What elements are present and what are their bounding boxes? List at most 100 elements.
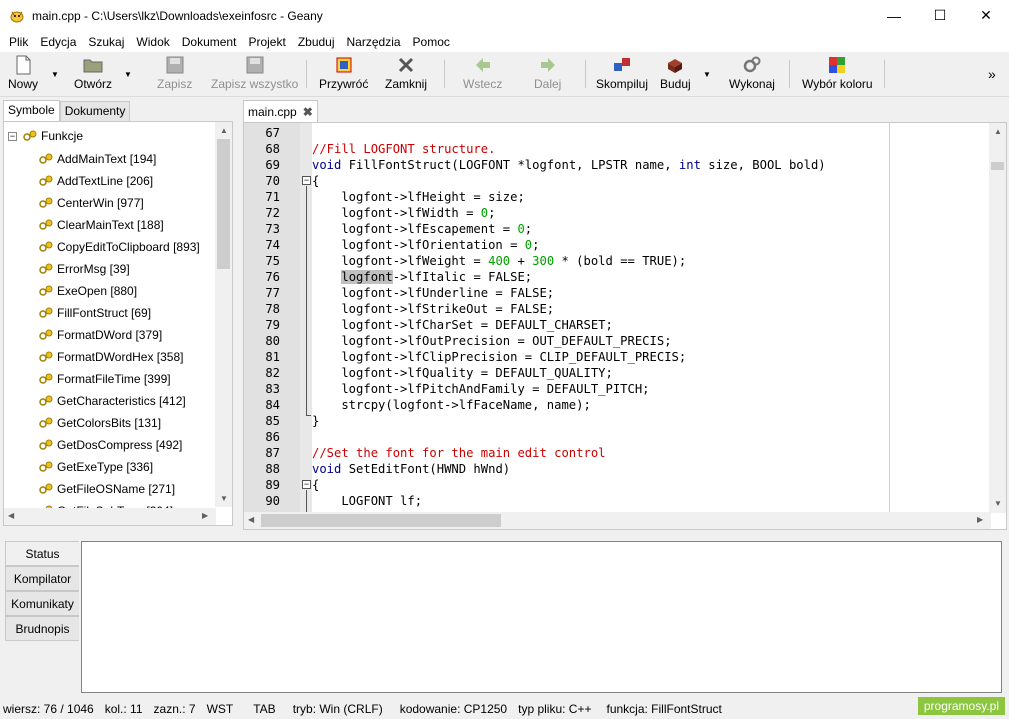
tree-item-function[interactable]: FormatDWordHex [358] bbox=[39, 346, 184, 368]
collapse-toggle-icon[interactable]: − bbox=[8, 131, 17, 141]
line-number: 81 bbox=[265, 350, 280, 364]
menu-widok[interactable]: Widok bbox=[130, 35, 175, 49]
scroll-left-arrow[interactable]: ◀ bbox=[8, 511, 14, 520]
function-symbol-icon bbox=[39, 307, 53, 318]
save-button[interactable]: Zapisz bbox=[157, 55, 192, 95]
code-text: { bbox=[312, 174, 320, 188]
toolbar-separator bbox=[306, 60, 307, 88]
scroll-right-arrow[interactable]: ▶ bbox=[202, 511, 208, 520]
tree-item-function[interactable]: GetFileOSName [271] bbox=[39, 478, 175, 500]
scroll-up-arrow[interactable]: ▲ bbox=[994, 127, 1002, 136]
back-button[interactable]: Wstecz bbox=[463, 55, 502, 95]
function-symbol-icon bbox=[39, 197, 53, 208]
editor-horizontal-scrollbar[interactable]: ◀ ▶ bbox=[244, 512, 991, 529]
color-chooser-button[interactable]: Wybór koloru bbox=[802, 55, 873, 95]
tree-item-function[interactable]: FormatDWord [379] bbox=[39, 324, 162, 346]
tree-item-function[interactable]: CopyEditToClipboard [893] bbox=[39, 236, 200, 258]
scroll-thumb[interactable] bbox=[217, 139, 230, 269]
tree-item-function[interactable]: GetColorsBits [131] bbox=[39, 412, 161, 434]
tree-item-function[interactable]: ClearMainText [188] bbox=[39, 214, 164, 236]
sidebar-vertical-scrollbar[interactable]: ▲ ▼ bbox=[215, 122, 232, 507]
forward-button[interactable]: Dalej bbox=[534, 55, 561, 95]
scroll-left-arrow[interactable]: ◀ bbox=[248, 515, 254, 524]
code-text: logfont->lfOrientation = 0; bbox=[312, 238, 540, 252]
line-number: 73 bbox=[265, 222, 280, 236]
fold-toggle-icon[interactable]: − bbox=[302, 176, 311, 185]
tab-komunikaty[interactable]: Komunikaty bbox=[5, 591, 79, 616]
tree-item-label: ExeOpen [880] bbox=[57, 284, 138, 298]
scroll-down-arrow[interactable]: ▼ bbox=[220, 494, 228, 503]
sidebar-horizontal-scrollbar[interactable]: ◀ ▶ bbox=[4, 508, 216, 525]
function-symbol-icon bbox=[39, 439, 53, 450]
scroll-thumb[interactable] bbox=[261, 514, 501, 527]
tree-item-function[interactable]: AddTextLine [206] bbox=[39, 170, 153, 192]
close-file-button[interactable]: Zamknij bbox=[385, 55, 427, 95]
function-symbol-icon bbox=[39, 373, 53, 384]
status-eol: tryb: Win (CRLF) bbox=[292, 701, 383, 716]
compile-button[interactable]: Skompiluj bbox=[596, 55, 648, 95]
build-button[interactable]: Buduj bbox=[660, 55, 691, 95]
tab-brudnopis[interactable]: Brudnopis bbox=[5, 616, 79, 641]
tree-item-label: ErrorMsg [39] bbox=[57, 262, 130, 276]
save-all-button[interactable]: Zapisz wszystko bbox=[211, 55, 298, 95]
tab-dokumenty[interactable]: Dokumenty bbox=[59, 101, 131, 122]
selected-text: logfont bbox=[341, 270, 393, 284]
line-number: 89 bbox=[265, 478, 280, 492]
close-tab-icon[interactable]: ✖ bbox=[303, 105, 313, 119]
execute-button[interactable]: Wykonaj bbox=[729, 55, 775, 95]
line-number: 80 bbox=[265, 334, 280, 348]
fold-line bbox=[306, 490, 307, 513]
menu-plik[interactable]: Plik bbox=[3, 35, 34, 49]
scroll-down-arrow[interactable]: ▼ bbox=[994, 499, 1002, 508]
tree-item-function[interactable]: FormatFileTime [399] bbox=[39, 368, 171, 390]
menu-szukaj[interactable]: Szukaj bbox=[82, 35, 130, 49]
toolbar-separator bbox=[444, 60, 445, 88]
code-text: logfont->lfWidth = 0; bbox=[312, 206, 496, 220]
build-dropdown-arrow[interactable]: ▼ bbox=[703, 70, 711, 79]
close-icon bbox=[398, 57, 414, 73]
scroll-up-arrow[interactable]: ▲ bbox=[220, 126, 228, 135]
new-button[interactable]: Nowy bbox=[8, 55, 38, 95]
menu-edycja[interactable]: Edycja bbox=[34, 35, 82, 49]
menu-pomoc[interactable]: Pomoc bbox=[407, 35, 456, 49]
tree-item-function[interactable]: ExeOpen [880] bbox=[39, 280, 137, 302]
tree-item-function[interactable]: CenterWin [977] bbox=[39, 192, 144, 214]
scroll-right-arrow[interactable]: ▶ bbox=[977, 515, 983, 524]
minimize-button[interactable]: — bbox=[871, 0, 917, 31]
tab-kompilator[interactable]: Kompilator bbox=[5, 566, 79, 591]
menu-projekt[interactable]: Projekt bbox=[242, 35, 291, 49]
code-text: void SetEditFont(HWND hWnd) bbox=[312, 462, 511, 476]
toolbar-overflow-button[interactable]: » bbox=[988, 66, 996, 82]
tab-status[interactable]: Status bbox=[5, 541, 79, 566]
scroll-thumb[interactable] bbox=[991, 162, 1004, 170]
status-bar: wiersz: 76 / 1046 kol.: 11 zazn.: 7 WST … bbox=[0, 698, 1009, 719]
close-window-button[interactable]: ✕ bbox=[963, 0, 1009, 31]
tree-item-function[interactable]: FillFontStruct [69] bbox=[39, 302, 151, 324]
tree-item-function[interactable]: GetDosCompress [492] bbox=[39, 434, 182, 456]
document-tab[interactable]: main.cpp ✖ bbox=[243, 100, 318, 122]
menu-zbuduj[interactable]: Zbuduj bbox=[292, 35, 341, 49]
revert-button[interactable]: Przywróć bbox=[319, 55, 368, 95]
status-selection: zazn.: 7 bbox=[153, 701, 196, 716]
tree-item-function[interactable]: GetExeType [336] bbox=[39, 456, 153, 478]
tree-item-function[interactable]: ErrorMsg [39] bbox=[39, 258, 130, 280]
document-tab-label: main.cpp bbox=[248, 104, 297, 119]
open-dropdown-arrow[interactable]: ▼ bbox=[124, 70, 132, 79]
menu-dokument[interactable]: Dokument bbox=[176, 35, 243, 49]
tree-item-function[interactable]: GetCharacteristics [412] bbox=[39, 390, 186, 412]
maximize-button[interactable]: ☐ bbox=[917, 0, 963, 31]
fold-toggle-icon[interactable]: − bbox=[302, 480, 311, 489]
new-dropdown-arrow[interactable]: ▼ bbox=[51, 70, 59, 79]
tree-item-function[interactable]: AddMainText [194] bbox=[39, 148, 156, 170]
tree-root-label: Funkcje bbox=[41, 129, 84, 143]
menu-bar: Plik Edycja Szukaj Widok Dokument Projek… bbox=[0, 31, 1009, 52]
tab-symbole[interactable]: Symbole bbox=[3, 100, 60, 121]
code-text: //Set the font for the main edit control bbox=[312, 446, 606, 460]
tree-root-funkcje[interactable]: − Funkcje bbox=[8, 126, 83, 146]
open-button[interactable]: Otwórz bbox=[74, 55, 112, 95]
window-title: main.cpp - C:\Users\lkz\Downloads\exeinf… bbox=[32, 8, 323, 23]
editor-vertical-scrollbar[interactable]: ▲ ▼ bbox=[989, 123, 1006, 513]
status-message-area[interactable] bbox=[81, 541, 1002, 693]
code-editor[interactable]: 67 68 //Fill LOGFONT structure. 69 void Fill… bbox=[243, 122, 1007, 530]
menu-narzedzia[interactable]: Narzędzia bbox=[341, 35, 407, 49]
